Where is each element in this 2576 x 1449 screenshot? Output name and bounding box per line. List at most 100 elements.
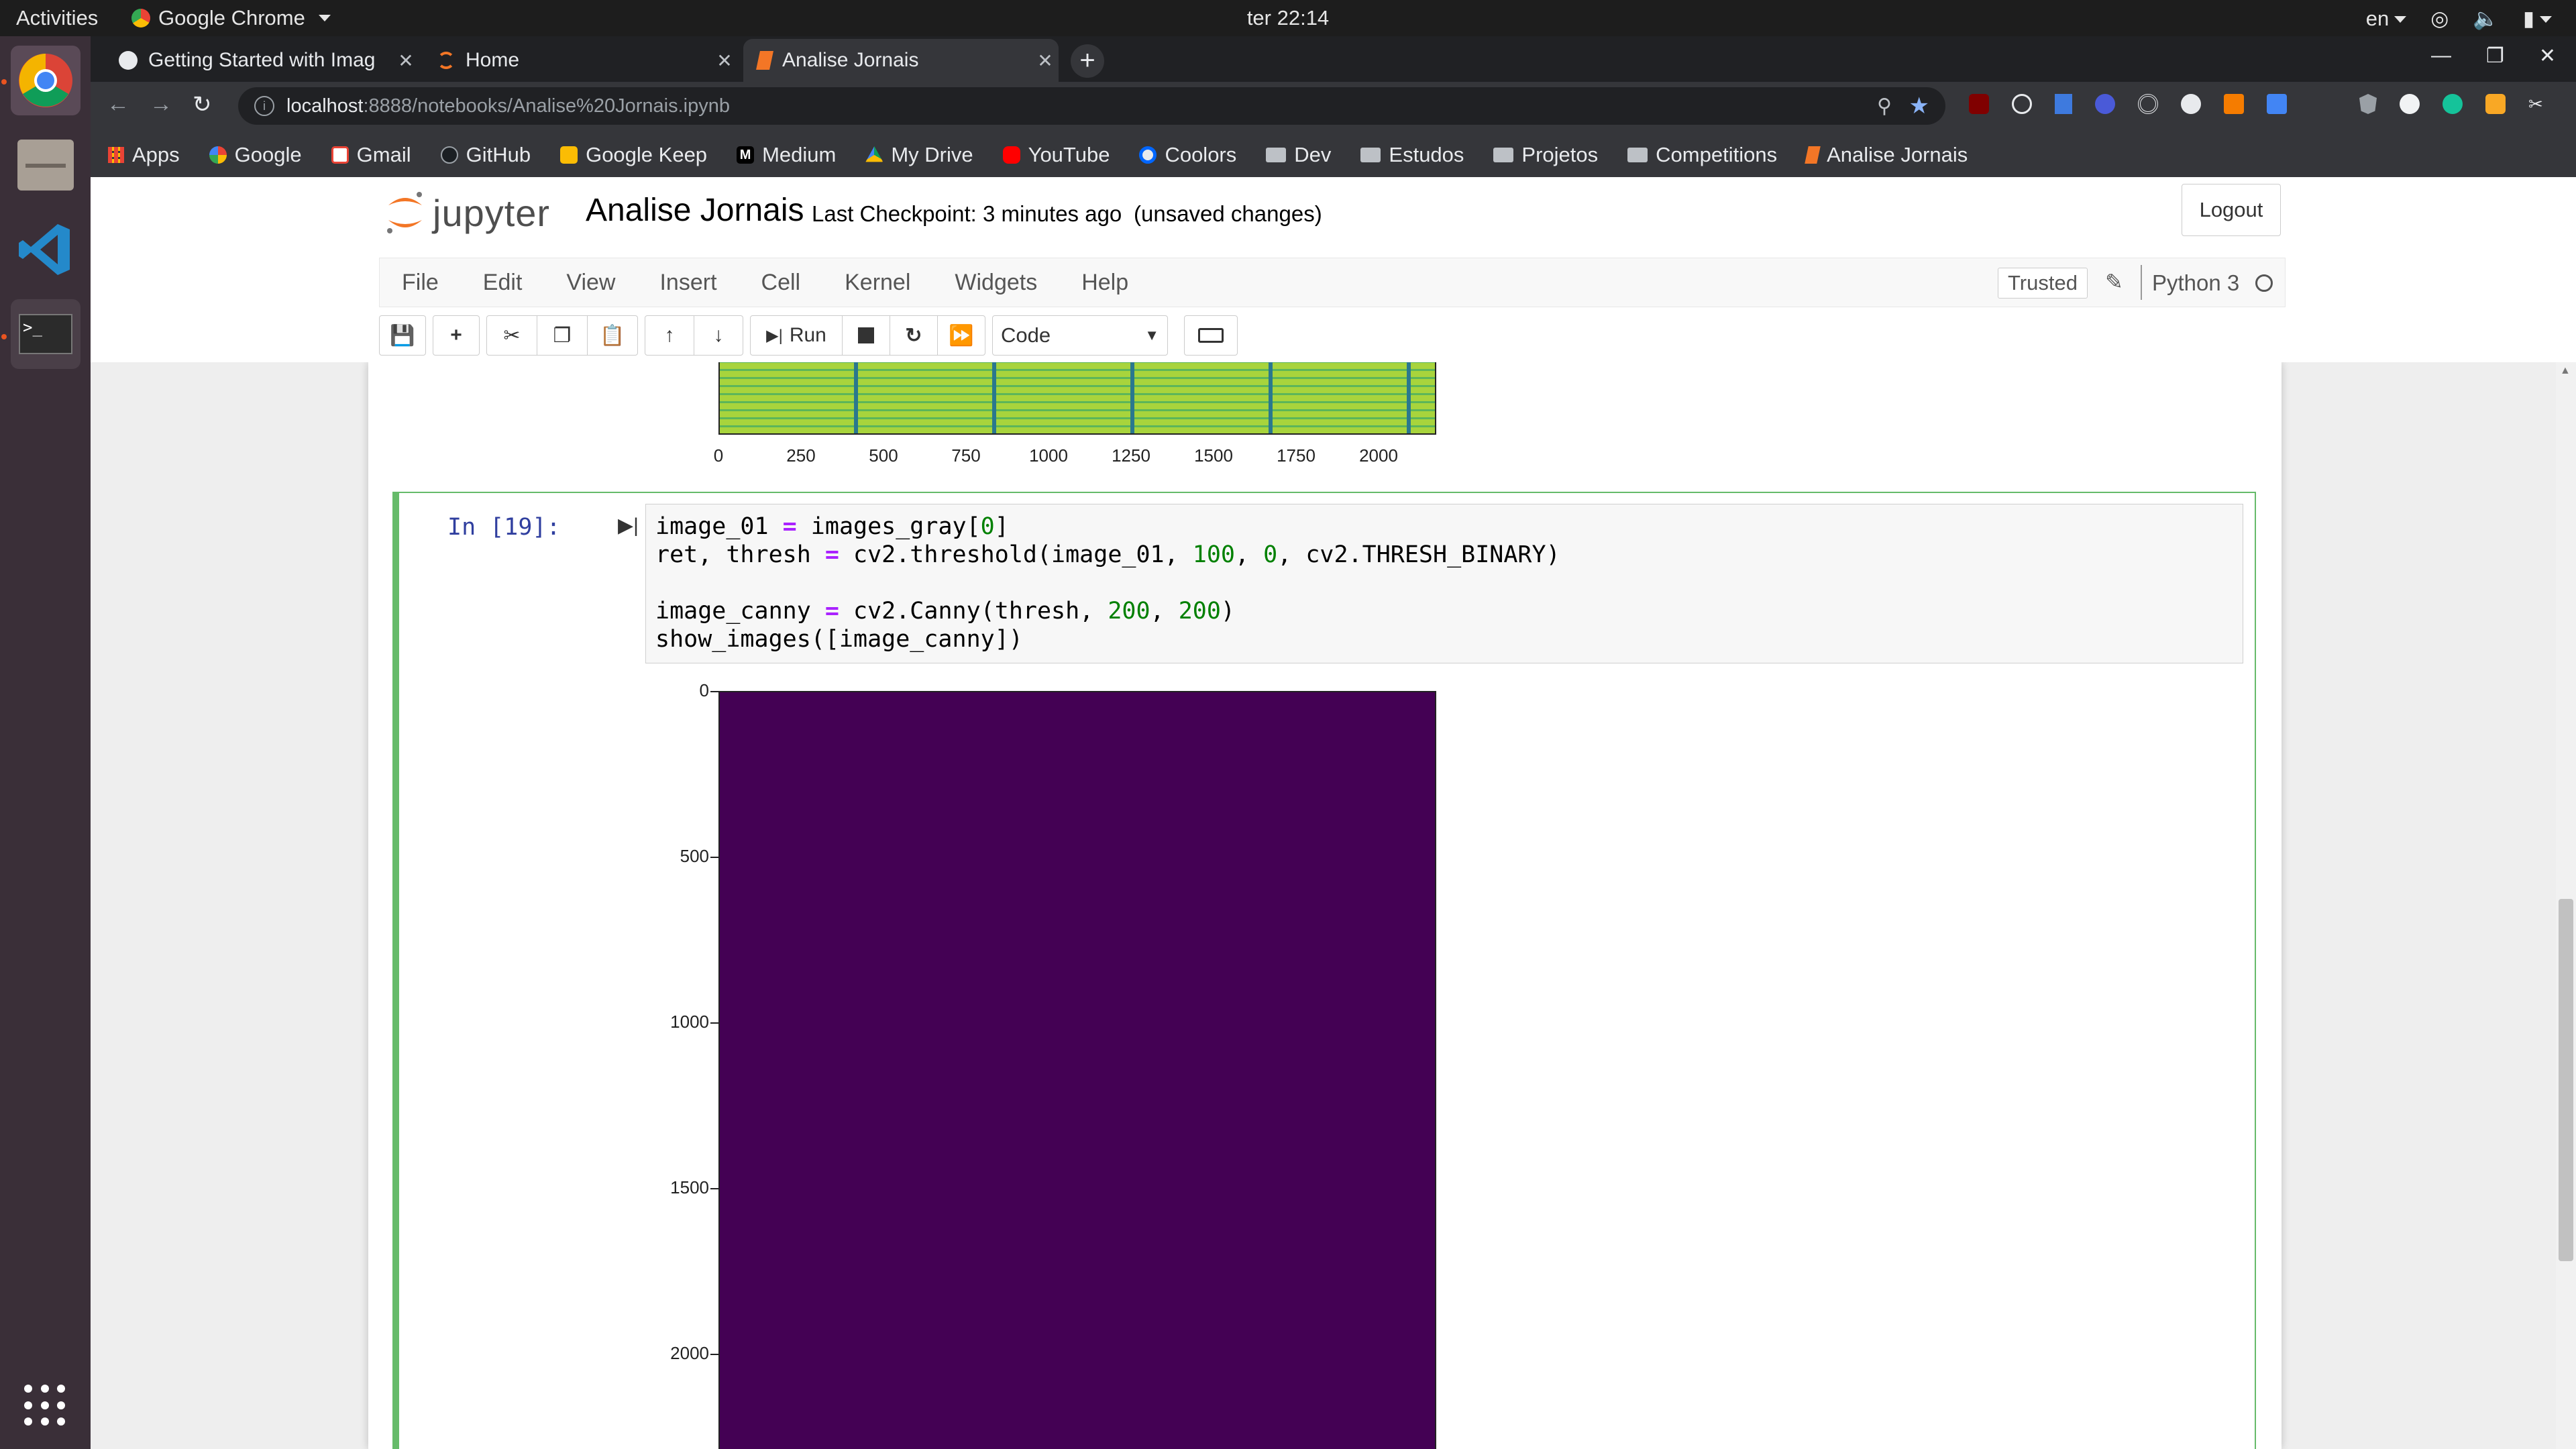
save-button[interactable]: 💾: [379, 315, 426, 356]
extension-rss-icon[interactable]: [2224, 94, 2244, 114]
kernel-name[interactable]: Python 3: [2152, 270, 2239, 296]
jupyter-logo[interactable]: jupyter: [384, 189, 550, 236]
notebook-name[interactable]: Analise Jornais: [586, 192, 804, 229]
forward-icon[interactable]: →: [150, 91, 172, 117]
close-tab-icon[interactable]: ✕: [1032, 50, 1059, 72]
vscode-dock-icon[interactable]: [11, 215, 80, 284]
address-bar[interactable]: i localhost:8888/notebooks/Analise%20Jor…: [238, 87, 1945, 125]
language-indicator[interactable]: en: [2366, 7, 2407, 31]
menu-file[interactable]: File: [402, 270, 439, 296]
extension-scissors-icon[interactable]: ✂: [2528, 94, 2548, 114]
extension-trello-icon[interactable]: [2055, 94, 2072, 114]
bookmark-github[interactable]: GitHub: [440, 143, 531, 167]
menu-view[interactable]: View: [566, 270, 615, 296]
restart-run-all-button[interactable]: ⏩: [937, 315, 985, 356]
step-forward-icon: ▶|: [766, 326, 783, 345]
extension-blue-icon[interactable]: [2095, 94, 2115, 114]
extension-target-icon[interactable]: [2138, 94, 2158, 114]
reload-icon[interactable]: ↻: [193, 91, 212, 118]
scrollbar-thumb[interactable]: [2559, 899, 2573, 1261]
bookmark-gmail[interactable]: Gmail: [331, 143, 411, 167]
running-indicator: [1, 334, 7, 339]
bookmark-folder-estudos[interactable]: Estudos: [1360, 143, 1464, 167]
back-icon[interactable]: ←: [107, 91, 129, 117]
code-line-2: ret, thresh = cv2.threshold(image_01, 10…: [655, 541, 1560, 568]
info-icon[interactable]: i: [254, 96, 274, 116]
dropdown-caret-icon: ▼: [1144, 327, 1159, 343]
activities-button[interactable]: Activities: [16, 6, 98, 30]
zoom-icon[interactable]: ⚲: [1877, 95, 1892, 118]
menu-edit[interactable]: Edit: [483, 270, 523, 296]
extension-translate-icon[interactable]: [2267, 94, 2287, 114]
tab-getting-started[interactable]: Getting Started with Imag ✕: [104, 39, 419, 82]
bookmark-medium[interactable]: M Medium: [737, 143, 836, 167]
chevron-down-icon: [2540, 16, 2552, 23]
command-palette-button[interactable]: [1184, 315, 1238, 356]
tab-home[interactable]: Home ✕: [423, 39, 738, 82]
clock[interactable]: ter 22:14: [1247, 6, 1329, 30]
menu-kernel[interactable]: Kernel: [845, 270, 910, 296]
menu-help[interactable]: Help: [1081, 270, 1128, 296]
battery-icon[interactable]: ▮: [2523, 7, 2552, 31]
cell-type-select[interactable]: Code ▼: [992, 315, 1168, 356]
x-tick-label: 1750: [1277, 445, 1316, 466]
files-dock-icon[interactable]: [11, 130, 80, 200]
extension-react-icon[interactable]: [2012, 94, 2032, 114]
bookmark-folder-projetos[interactable]: Projetos: [1493, 143, 1598, 167]
bookmark-google-keep[interactable]: Google Keep: [560, 143, 707, 167]
edit-pencil-icon[interactable]: ✎: [2105, 269, 2123, 294]
close-window-icon[interactable]: ✕: [2539, 44, 2556, 68]
plus-icon: +: [450, 324, 462, 346]
cut-button[interactable]: ✂: [486, 315, 537, 356]
extension-circle-icon[interactable]: [2400, 94, 2420, 114]
bookmark-my-drive[interactable]: My Drive: [865, 143, 973, 167]
extension-ublock-icon[interactable]: [1969, 94, 1989, 114]
kernel-status-icon: [2255, 274, 2273, 292]
trusted-badge[interactable]: Trusted: [1998, 268, 2088, 299]
extension-honey-icon[interactable]: [2485, 94, 2506, 114]
code-editor[interactable]: image_01 = images_gray[0] ret, thresh = …: [645, 504, 2243, 663]
maximize-icon[interactable]: ❐: [2486, 44, 2504, 68]
copy-button[interactable]: ❐: [537, 315, 588, 356]
restart-button[interactable]: ↻: [890, 315, 938, 356]
extension-grammarly-icon[interactable]: [2443, 94, 2463, 114]
scroll-up-arrow-icon[interactable]: ▲: [2560, 365, 2571, 377]
move-up-button[interactable]: ↑: [645, 315, 694, 356]
insert-cell-button[interactable]: +: [433, 315, 480, 356]
bookmark-analise-jornais[interactable]: Analise Jornais: [1805, 143, 1968, 167]
bookmark-label: Google Keep: [586, 143, 708, 166]
run-button[interactable]: ▶| Run: [750, 315, 843, 356]
tab-analise-jornais[interactable]: Analise Jornais ✕: [743, 39, 1059, 82]
wifi-icon[interactable]: ◎: [2430, 7, 2449, 31]
terminal-dock-icon[interactable]: >_: [11, 299, 80, 369]
extension-white-icon[interactable]: [2181, 94, 2201, 114]
bookmark-coolors[interactable]: Coolors: [1139, 143, 1236, 167]
bookmark-folder-competitions[interactable]: Competitions: [1627, 143, 1777, 167]
close-tab-icon[interactable]: ✕: [392, 50, 419, 72]
canny-output-image: [718, 691, 1436, 1449]
bookmark-star-icon[interactable]: ★: [1909, 93, 1929, 119]
close-tab-icon[interactable]: ✕: [711, 50, 738, 72]
keyboard-icon: [1198, 328, 1224, 343]
bookmark-google[interactable]: Google: [209, 143, 302, 167]
x-tick-label: 1500: [1194, 445, 1233, 466]
keep-icon: [560, 146, 578, 164]
volume-icon[interactable]: 🔈: [2473, 6, 2499, 31]
app-menu[interactable]: Google Chrome: [131, 6, 331, 30]
bookmark-youtube[interactable]: YouTube: [1002, 143, 1110, 167]
interrupt-button[interactable]: [842, 315, 890, 356]
run-cell-icon[interactable]: ▶|: [618, 514, 639, 537]
logout-button-box[interactable]: Logout: [2182, 184, 2281, 236]
paste-button[interactable]: 📋: [587, 315, 638, 356]
move-down-button[interactable]: ↓: [694, 315, 743, 356]
minimize-icon[interactable]: —: [2431, 44, 2451, 68]
menu-insert[interactable]: Insert: [659, 270, 716, 296]
bookmark-folder-dev[interactable]: Dev: [1266, 143, 1331, 167]
chrome-dock-icon[interactable]: [11, 46, 80, 115]
menu-widgets[interactable]: Widgets: [955, 270, 1037, 296]
show-apps-icon[interactable]: [24, 1385, 67, 1428]
extension-angular-icon[interactable]: [2359, 94, 2377, 114]
new-tab-button[interactable]: +: [1071, 44, 1104, 78]
bookmark-apps[interactable]: Apps: [108, 143, 180, 167]
menu-cell[interactable]: Cell: [761, 270, 801, 296]
